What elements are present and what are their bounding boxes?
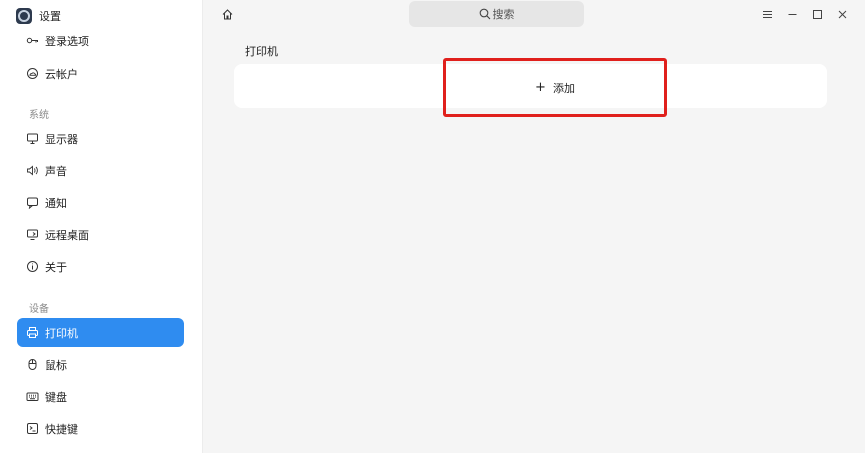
sidebar-item-sound[interactable]: 声音 [17, 156, 184, 185]
speaker-icon [26, 164, 39, 177]
add-printer-button[interactable]: + 添加 [443, 58, 667, 117]
sidebar-item-printer[interactable]: 打印机 [17, 318, 184, 347]
sidebar-item-label: 打印机 [45, 326, 78, 340]
sidebar-item-label: 云帐户 [45, 67, 78, 81]
sidebar-item-mouse[interactable]: 鼠标 [17, 350, 184, 379]
close-button[interactable] [834, 6, 850, 22]
sidebar-item-label: 快捷键 [45, 422, 78, 436]
sidebar-item-notification[interactable]: 通知 [17, 188, 184, 217]
group-label-system: 系统 [29, 110, 49, 121]
plus-icon: + [535, 80, 546, 95]
sidebar-item-label: 声音 [45, 164, 67, 178]
sidebar: 设置 登录选项 云帐户 系统 显示器 声音 通知 远程桌面 关于 设备 打印机 … [0, 0, 203, 453]
shortcut-icon [26, 422, 39, 435]
minimize-button[interactable] [784, 6, 800, 22]
sidebar-item-about[interactable]: 关于 [17, 252, 184, 281]
sidebar-item-shortcuts[interactable]: 快捷键 [17, 414, 184, 443]
remote-desktop-icon [26, 228, 39, 241]
minimize-icon [788, 13, 796, 15]
search-input[interactable]: 搜索 [409, 1, 584, 27]
sidebar-item-label: 通知 [45, 196, 67, 210]
search-icon [479, 8, 491, 20]
settings-app-icon [16, 8, 32, 24]
sidebar-item-keyboard[interactable]: 键盘 [17, 382, 184, 411]
printer-icon [26, 326, 39, 339]
sidebar-item-login-options[interactable]: 登录选项 [17, 26, 184, 55]
info-icon [26, 260, 39, 273]
search-placeholder: 搜索 [492, 8, 515, 21]
maximize-icon [812, 9, 822, 19]
keyboard-icon [26, 390, 39, 403]
sidebar-item-label: 登录选项 [45, 34, 89, 48]
sidebar-item-label: 鼠标 [45, 358, 67, 372]
group-label-devices: 设备 [29, 304, 49, 315]
settings-window: 设置 登录选项 云帐户 系统 显示器 声音 通知 远程桌面 关于 设备 打印机 … [0, 0, 865, 453]
section-title-printer: 打印机 [245, 45, 278, 58]
app-title: 设置 [39, 10, 61, 23]
sidebar-item-label: 显示器 [45, 132, 78, 146]
sidebar-item-label: 关于 [45, 260, 67, 274]
sidebar-item-display[interactable]: 显示器 [17, 124, 184, 153]
add-printer-label: 添加 [552, 81, 575, 95]
close-icon [838, 10, 846, 18]
home-icon [222, 8, 232, 19]
sidebar-item-cloud-account[interactable]: 云帐户 [17, 59, 184, 88]
key-icon [26, 34, 39, 47]
cloud-account-icon [26, 67, 39, 80]
sidebar-item-remote-desktop[interactable]: 远程桌面 [17, 220, 184, 249]
menu-icon [762, 10, 772, 18]
home-button[interactable] [219, 6, 235, 22]
app-header: 设置 [16, 7, 61, 25]
notification-icon [26, 196, 39, 209]
sidebar-item-label: 键盘 [45, 390, 67, 404]
monitor-icon [26, 132, 39, 145]
titlebar: 搜索 [203, 0, 865, 28]
maximize-button[interactable] [809, 6, 825, 22]
mouse-icon [26, 358, 39, 371]
sidebar-item-label: 远程桌面 [45, 228, 89, 242]
menu-button[interactable] [759, 6, 775, 22]
